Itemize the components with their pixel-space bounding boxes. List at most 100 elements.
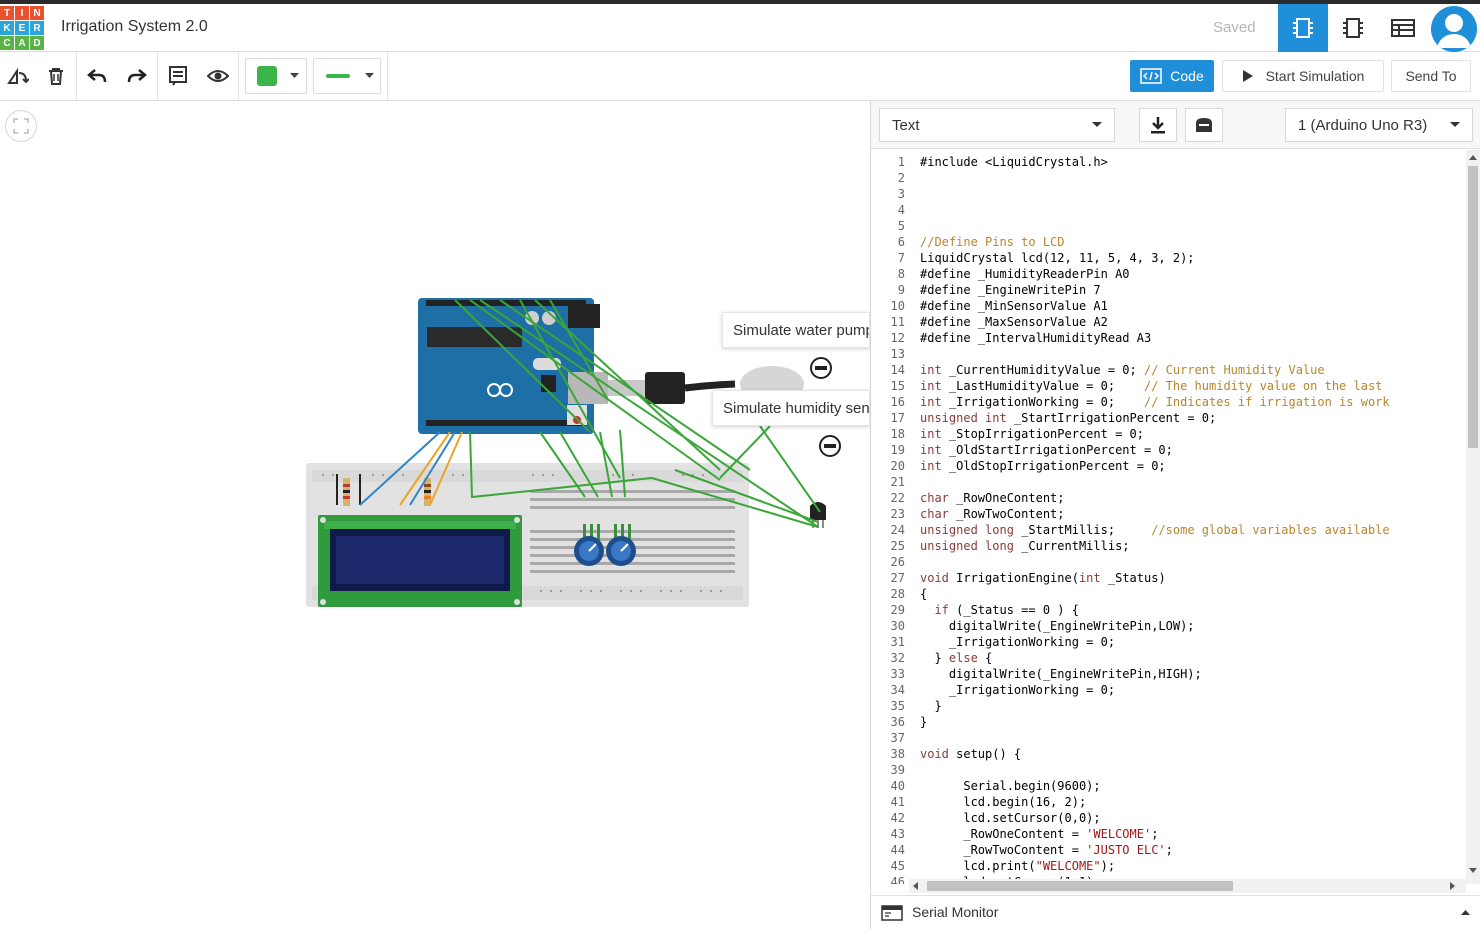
libraries-button[interactable] [1185, 108, 1223, 142]
code-mode-select[interactable]: Text [879, 108, 1115, 142]
code-text[interactable]: int _LastHumidityValue = 0; // The humid… [920, 378, 1382, 394]
serial-monitor-bar[interactable]: Serial Monitor [871, 895, 1480, 929]
undo-button[interactable] [79, 60, 115, 92]
code-text[interactable]: digitalWrite(_EngineWritePin,LOW); [920, 618, 1195, 634]
library-box-icon [1196, 118, 1212, 132]
code-text[interactable]: int _OldStartIrrigationPercent = 0; [920, 442, 1173, 458]
code-text[interactable]: #define _IntervalHumidityRead A3 [920, 330, 1151, 346]
notes-button[interactable] [160, 60, 196, 92]
line-number: 40 [890, 779, 905, 793]
code-text[interactable]: _IrrigationWorking = 0; [920, 682, 1115, 698]
code-text[interactable]: unsigned long _CurrentMillis; [920, 538, 1130, 554]
code-text[interactable]: #define _HumidityReaderPin A0 [920, 266, 1130, 282]
code-text[interactable]: unsigned long _StartMillis; //some globa… [920, 522, 1390, 538]
color-swatch [257, 66, 277, 86]
logo-letter: R [30, 21, 44, 35]
code-text[interactable]: { [920, 586, 927, 602]
download-code-button[interactable] [1139, 108, 1177, 142]
code-text[interactable]: } else { [920, 650, 992, 666]
code-text[interactable]: char _RowOneContent; [920, 490, 1065, 506]
code-text[interactable]: char _RowTwoContent; [920, 506, 1065, 522]
code-text[interactable]: _IrrigationWorking = 0; [920, 634, 1115, 650]
bom-table-icon [1391, 19, 1415, 37]
code-text[interactable]: int _IrrigationWorking = 0; // Indicates… [920, 394, 1390, 410]
code-text[interactable]: } [920, 698, 941, 714]
code-icon [1140, 68, 1163, 84]
code-editor[interactable]: 1 #include <LiquidCrystal.h> 2 3 4 5 6//Define… [871, 150, 1466, 884]
bom-view-button[interactable] [1378, 4, 1428, 52]
scroll-right-icon[interactable] [1450, 882, 1456, 890]
vertical-scrollbar[interactable] [1466, 150, 1480, 884]
code-text[interactable]: digitalWrite(_EngineWritePin,HIGH); [920, 666, 1202, 682]
user-avatar[interactable] [1431, 6, 1477, 52]
scroll-left-icon[interactable] [912, 882, 918, 890]
logo-letter: E [15, 21, 29, 35]
project-title[interactable]: Irrigation System 2.0 [61, 18, 208, 36]
fill-color-dropdown[interactable] [245, 58, 307, 94]
simulate-water-pump-tooltip: Simulate water pump [722, 312, 870, 348]
toggle-notes-visibility-button[interactable] [200, 60, 236, 92]
code-text[interactable]: if (_Status == 0 ) { [920, 602, 1079, 618]
line-number: 32 [890, 651, 905, 665]
code-text[interactable]: #define _EngineWritePin 7 [920, 282, 1101, 298]
tinkercad-logo[interactable]: TIN KER CAD [0, 6, 44, 50]
scroll-down-icon[interactable] [1469, 868, 1477, 874]
code-button-label: Code [1170, 68, 1204, 84]
line-number: 38 [890, 747, 905, 761]
logo-letter: A [15, 36, 29, 50]
code-text[interactable]: #define _MaxSensorValue A2 [920, 314, 1108, 330]
code-text[interactable]: #define _MinSensorValue A1 [920, 298, 1108, 314]
start-simulation-button[interactable]: Start Simulation [1222, 60, 1384, 92]
redo-button[interactable] [119, 60, 155, 92]
code-text[interactable]: LiquidCrystal lcd(12, 11, 5, 4, 3, 2); [920, 250, 1195, 266]
line-number: 16 [890, 395, 905, 409]
code-text[interactable]: unsigned int _StartIrrigationPercent = 0… [920, 410, 1216, 426]
circuit-view-button[interactable] [1278, 4, 1328, 52]
code-text[interactable]: lcd.print("WELCOME"); [920, 858, 1115, 874]
code-text[interactable]: int _StopIrrigationPercent = 0; [920, 426, 1144, 442]
code-text[interactable]: lcd.begin(16, 2); [920, 794, 1086, 810]
lcd-display[interactable] [318, 515, 522, 607]
code-text[interactable]: void IrrigationEngine(int _Status) [920, 570, 1166, 586]
redo-icon [127, 69, 147, 83]
code-button[interactable]: Code [1130, 60, 1214, 92]
code-text[interactable]: _RowOneContent = 'WELCOME'; [920, 826, 1158, 842]
line-number: 43 [890, 827, 905, 841]
line-number: 14 [890, 363, 905, 377]
logo-letter: D [30, 36, 44, 50]
circuit-canvas[interactable]: Simulate water pump Simulate humidity se… [0, 101, 870, 929]
line-number: 4 [897, 203, 905, 217]
delete-button[interactable] [38, 60, 74, 92]
scroll-up-icon[interactable] [1469, 154, 1477, 160]
vertical-scroll-thumb[interactable] [1468, 166, 1478, 448]
code-text[interactable]: Serial.begin(9600); [920, 778, 1100, 794]
component-list-icon [1343, 18, 1363, 38]
code-text[interactable]: } [920, 714, 927, 730]
horizontal-scrollbar[interactable] [909, 879, 1466, 893]
minus-icon[interactable] [819, 435, 841, 457]
board-select[interactable]: 1 (Arduino Uno R3) [1285, 108, 1473, 142]
line-number: 15 [890, 379, 905, 393]
play-icon [1242, 70, 1253, 82]
resistor[interactable] [343, 478, 350, 506]
component-view-button[interactable] [1328, 4, 1378, 52]
code-text[interactable]: #include <LiquidCrystal.h> [920, 154, 1108, 170]
code-text[interactable]: _RowTwoContent = 'JUSTO ELC'; [920, 842, 1173, 858]
code-text[interactable]: //Define Pins to LCD [920, 234, 1065, 250]
line-number: 20 [890, 459, 905, 473]
code-text[interactable]: lcd.setCursor(0,0); [920, 810, 1100, 826]
code-text[interactable]: int _OldStopIrrigationPercent = 0; [920, 458, 1166, 474]
notes-icon [169, 66, 187, 86]
line-number: 46 [890, 875, 905, 884]
wire-style-dropdown[interactable] [313, 58, 381, 94]
line-number: 18 [890, 427, 905, 441]
horizontal-scroll-thumb[interactable] [927, 881, 1233, 891]
line-number: 35 [890, 699, 905, 713]
chevron-up-icon[interactable] [1461, 909, 1470, 915]
code-text[interactable]: void setup() { [920, 746, 1021, 762]
code-text[interactable]: int _CurrentHumidityValue = 0; // Curren… [920, 362, 1325, 378]
minus-icon[interactable] [810, 357, 832, 379]
simulate-humidity-sensor-label: Simulate humidity sensor [723, 399, 870, 417]
rotate-button[interactable] [0, 60, 36, 92]
send-to-button[interactable]: Send To [1391, 60, 1471, 92]
